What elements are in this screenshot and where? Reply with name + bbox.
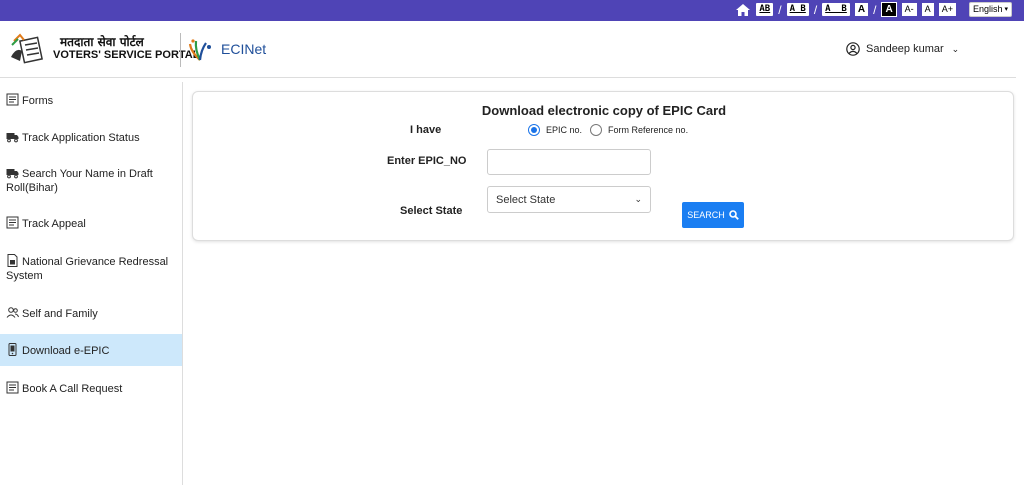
epic-no-radio-label: EPIC no.	[546, 125, 583, 135]
sidebar-item-forms[interactable]: Forms	[0, 93, 182, 108]
sidebar-item-label: Download e-EPIC	[22, 345, 110, 357]
download-epic-card: Download electronic copy of EPIC Card I …	[192, 91, 1014, 241]
truck-icon	[6, 169, 19, 179]
user-menu[interactable]: Sandeep kumar ⌄	[846, 42, 959, 56]
sidebar-item-track-appeal[interactable]: Track Appeal	[0, 216, 182, 231]
font-normal-button[interactable]: A	[921, 3, 934, 16]
phone-icon	[8, 343, 17, 356]
epic-no-input[interactable]	[487, 149, 651, 175]
state-select-value: Select State	[496, 193, 556, 206]
sidebar-item-self-family[interactable]: Self and Family	[0, 306, 182, 321]
ecinet-logo-icon	[187, 38, 213, 62]
portal-name-hindi: मतदाता सेवा पोर्टल	[60, 35, 144, 49]
chevron-down-icon: ⌄	[634, 194, 642, 204]
sidebar-item-label: Book A Call Request	[22, 383, 123, 395]
document-icon	[7, 254, 18, 267]
sidebar: Forms Track Application Status Search Yo…	[0, 82, 183, 485]
i-have-label: I have	[410, 124, 442, 136]
language-value: English	[972, 4, 1003, 14]
sidebar-item-label: Forms	[22, 95, 54, 107]
search-button-label: SEARCH	[687, 210, 725, 220]
voters-portal-logo-icon	[8, 31, 46, 65]
language-select[interactable]: English ▾	[968, 2, 1012, 17]
epic-no-radio[interactable]	[528, 124, 540, 136]
font-increase-button[interactable]: A+	[938, 3, 956, 16]
id-type-radio-group: EPIC no. Form Reference no.	[528, 124, 688, 136]
state-label: Select State	[400, 205, 463, 217]
contrast-light-button[interactable]: A	[854, 3, 869, 16]
portal-name: VOTERS' SERVICE PORTAL	[53, 49, 200, 61]
home-icon[interactable]	[735, 3, 751, 17]
separator: /	[813, 2, 818, 17]
sidebar-item-grievance[interactable]: National Grievance Redressal System	[0, 254, 182, 283]
font-decrease-button[interactable]: A-	[901, 3, 917, 16]
letter-spacing-2-button[interactable]: A_B	[786, 3, 809, 16]
contrast-dark-button[interactable]: A	[881, 2, 897, 17]
ecinet-name: ECINet	[221, 41, 267, 57]
search-icon	[728, 210, 739, 220]
chevron-down-icon: ⌄	[951, 43, 960, 54]
sidebar-item-label: National Grievance Redressal System	[6, 256, 169, 282]
header-divider	[180, 33, 181, 67]
sidebar-item-book-call[interactable]: Book A Call Request	[0, 381, 182, 396]
users-icon	[6, 307, 19, 318]
separator: /	[778, 2, 782, 17]
sidebar-item-label: Search Your Name in Draft Roll(Bihar)	[6, 168, 153, 194]
sidebar-item-label: Track Appeal	[22, 218, 86, 230]
sidebar-item-track-application[interactable]: Track Application Status	[0, 130, 182, 145]
truck-icon	[6, 133, 19, 143]
header: मतदाता सेवा पोर्टल VOTERS' SERVICE PORTA…	[0, 21, 1024, 78]
chevron-down-icon: ▾	[1004, 6, 1008, 13]
letter-spacing-3-button[interactable]: A__B	[822, 3, 850, 16]
form-reference-radio[interactable]	[590, 124, 603, 136]
user-icon	[846, 42, 860, 56]
sidebar-item-label: Track Application Status	[22, 132, 140, 144]
user-name: Sandeep kumar	[866, 43, 944, 55]
epic-no-label: Enter EPIC_NO	[387, 155, 467, 167]
letter-spacing-1-button[interactable]: AB	[756, 3, 774, 16]
accessibility-bar: AB / A_B / A__B A / A A- A A+ English ▾	[0, 0, 1024, 21]
search-button[interactable]: SEARCH	[682, 202, 744, 228]
form-reference-radio-label: Form Reference no.	[608, 125, 689, 135]
sidebar-item-download-epic[interactable]: Download e-EPIC	[0, 334, 182, 366]
sidebar-item-search-draft-roll[interactable]: Search Your Name in Draft Roll(Bihar)	[0, 166, 182, 195]
form-icon	[6, 381, 19, 394]
page-title: Download electronic copy of EPIC Card	[481, 103, 727, 118]
separator: /	[873, 2, 877, 17]
form-icon	[6, 216, 19, 229]
form-icon	[6, 93, 19, 106]
header-divider-line	[0, 77, 1016, 78]
state-select[interactable]: Select State ⌄	[487, 186, 651, 213]
sidebar-item-label: Self and Family	[22, 308, 98, 320]
